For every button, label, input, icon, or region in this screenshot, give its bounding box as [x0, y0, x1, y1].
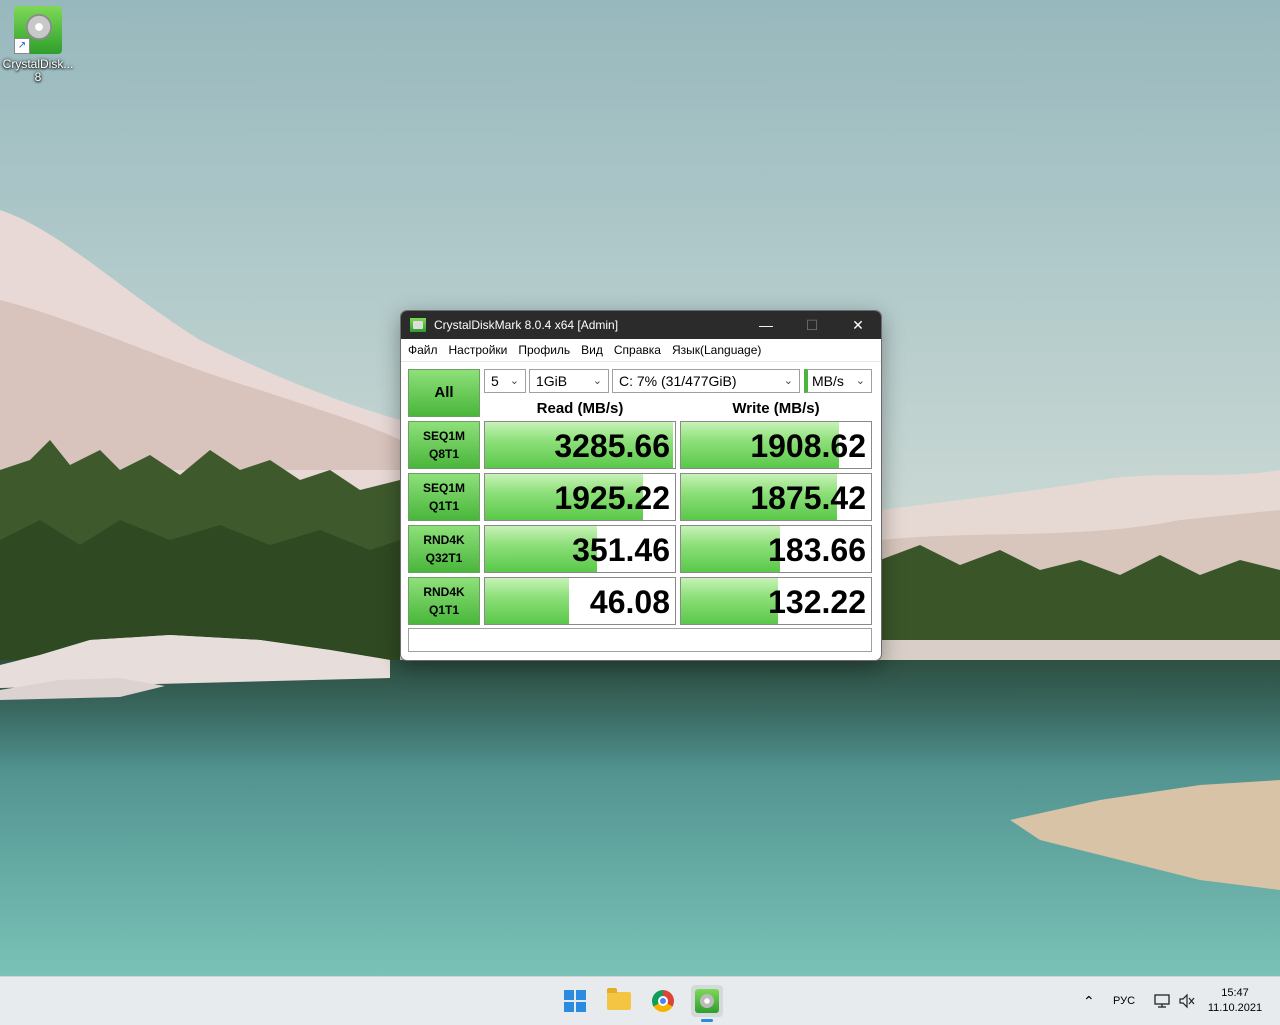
start-button[interactable] — [559, 985, 591, 1017]
chevron-down-icon: ⌄ — [592, 375, 602, 387]
desktop-icon-label: CrystalDisk... 8 — [2, 57, 74, 84]
test-params: Q32T1 — [425, 551, 463, 565]
volume-button[interactable] — [1178, 977, 1196, 1025]
write-result-value: 1875.42 — [750, 480, 866, 516]
test-button-rnd4k-q32t1[interactable]: RND4K Q32T1 — [408, 525, 480, 573]
folder-icon — [607, 988, 631, 1010]
test-size-select[interactable]: 1GiB ⌄ — [529, 369, 609, 393]
chevron-down-icon: ⌄ — [855, 375, 865, 387]
chevron-up-icon: ⌃ — [1083, 992, 1095, 1009]
read-result-cell: 351.46 — [484, 525, 676, 573]
menu-bar: Файл Настройки Профиль Вид Справка Язык(… — [401, 339, 881, 362]
test-name: RND4K — [423, 533, 465, 547]
read-result-value: 46.08 — [589, 584, 670, 620]
comment-field[interactable] — [408, 628, 872, 652]
menu-settings[interactable]: Настройки — [445, 343, 515, 357]
clock-date: 11.10.2021 — [1207, 1002, 1263, 1014]
write-result-bar — [681, 578, 778, 624]
test-count-value: 5 — [491, 373, 499, 389]
menu-view[interactable]: Вид — [577, 343, 610, 357]
write-result-value: 132.22 — [768, 584, 866, 620]
read-result-bar — [485, 578, 569, 624]
active-app-indicator — [701, 1019, 713, 1022]
minimize-button[interactable]: — — [743, 311, 789, 339]
shortcut-arrow-icon: ↗ — [14, 38, 30, 54]
drive-value: C: 7% (31/477GiB) — [619, 373, 737, 389]
menu-language[interactable]: Язык(Language) — [668, 343, 768, 357]
chevron-down-icon: ⌄ — [783, 375, 793, 387]
test-size-value: 1GiB — [536, 373, 568, 389]
chrome-button[interactable] — [647, 985, 679, 1017]
write-result-cell: 1875.42 — [680, 473, 872, 521]
test-params: Q8T1 — [428, 447, 459, 461]
show-hidden-icons-button[interactable]: ⌃ — [1083, 977, 1095, 1025]
read-result-value: 1925.22 — [554, 480, 670, 516]
test-count-select[interactable]: 5 ⌄ — [484, 369, 526, 393]
unit-select[interactable]: MB/s ⌄ — [804, 369, 872, 393]
language-label: РУС — [1113, 995, 1136, 1007]
drive-select[interactable]: C: 7% (31/477GiB) ⌄ — [612, 369, 800, 393]
crystaldiskmark-desktop-shortcut[interactable]: ↗ CrystalDisk... 8 — [2, 6, 74, 84]
crystaldiskmark-icon — [695, 989, 719, 1013]
test-params: Q1T1 — [428, 603, 459, 617]
write-result-bar — [681, 526, 780, 572]
title-bar[interactable]: CrystalDiskMark 8.0.4 x64 [Admin] — ☐ ✕ — [401, 311, 881, 339]
test-name: SEQ1M — [422, 481, 465, 495]
read-result-cell: 3285.66 — [484, 421, 676, 469]
write-result-cell: 132.22 — [680, 577, 872, 625]
test-name: RND4K — [423, 585, 465, 599]
network-icon — [1154, 994, 1170, 1008]
volume-muted-icon — [1179, 993, 1195, 1009]
benchmark-panel: All 5 ⌄ 1GiB ⌄ C: 7% (31/477GiB) ⌄ MB/s … — [401, 362, 881, 660]
crystaldiskmark-taskbar-button[interactable] — [691, 985, 723, 1017]
read-result-cell: 46.08 — [484, 577, 676, 625]
menu-file[interactable]: Файл — [404, 343, 445, 357]
unit-value: MB/s — [812, 373, 844, 389]
read-result-value: 351.46 — [572, 532, 670, 568]
test-button-seq1m-q8t1[interactable]: SEQ1M Q8T1 — [408, 421, 480, 469]
menu-profile[interactable]: Профиль — [514, 343, 577, 357]
network-button[interactable] — [1153, 977, 1171, 1025]
chrome-icon — [652, 990, 674, 1012]
crystaldiskmark-window: CrystalDiskMark 8.0.4 x64 [Admin] — ☐ ✕ … — [400, 310, 882, 661]
write-result-cell: 1908.62 — [680, 421, 872, 469]
file-explorer-button[interactable] — [603, 985, 635, 1017]
read-result-value: 3285.66 — [554, 428, 670, 464]
read-column-header: Read (MB/s) — [536, 400, 624, 417]
test-params: Q1T1 — [428, 499, 459, 513]
system-clock[interactable]: 15:47 11.10.2021 — [1202, 986, 1268, 1016]
crystaldiskmark-app-icon — [410, 318, 426, 332]
menu-help[interactable]: Справка — [610, 343, 668, 357]
maximize-button[interactable]: ☐ — [789, 311, 835, 339]
clock-time: 15:47 — [1221, 987, 1249, 999]
crystaldiskmark-icon: ↗ — [14, 6, 62, 54]
write-column-header: Write (MB/s) — [732, 400, 820, 417]
write-result-cell: 183.66 — [680, 525, 872, 573]
test-button-rnd4k-q1t1[interactable]: RND4K Q1T1 — [408, 577, 480, 625]
chevron-down-icon: ⌄ — [509, 375, 519, 387]
input-language-indicator[interactable]: РУС — [1113, 977, 1135, 1025]
read-result-cell: 1925.22 — [484, 473, 676, 521]
test-button-seq1m-q1t1[interactable]: SEQ1M Q1T1 — [408, 473, 480, 521]
write-result-value: 1908.62 — [750, 428, 866, 464]
close-button[interactable]: ✕ — [835, 311, 881, 339]
window-title: CrystalDiskMark 8.0.4 x64 [Admin] — [434, 318, 619, 332]
write-result-value: 183.66 — [768, 532, 866, 568]
test-name: SEQ1M — [422, 429, 465, 443]
all-button[interactable]: All — [408, 369, 480, 417]
taskbar: ⌃ РУС 15:47 11.10.2021 — [0, 976, 1280, 1025]
windows-start-icon — [564, 990, 586, 1012]
